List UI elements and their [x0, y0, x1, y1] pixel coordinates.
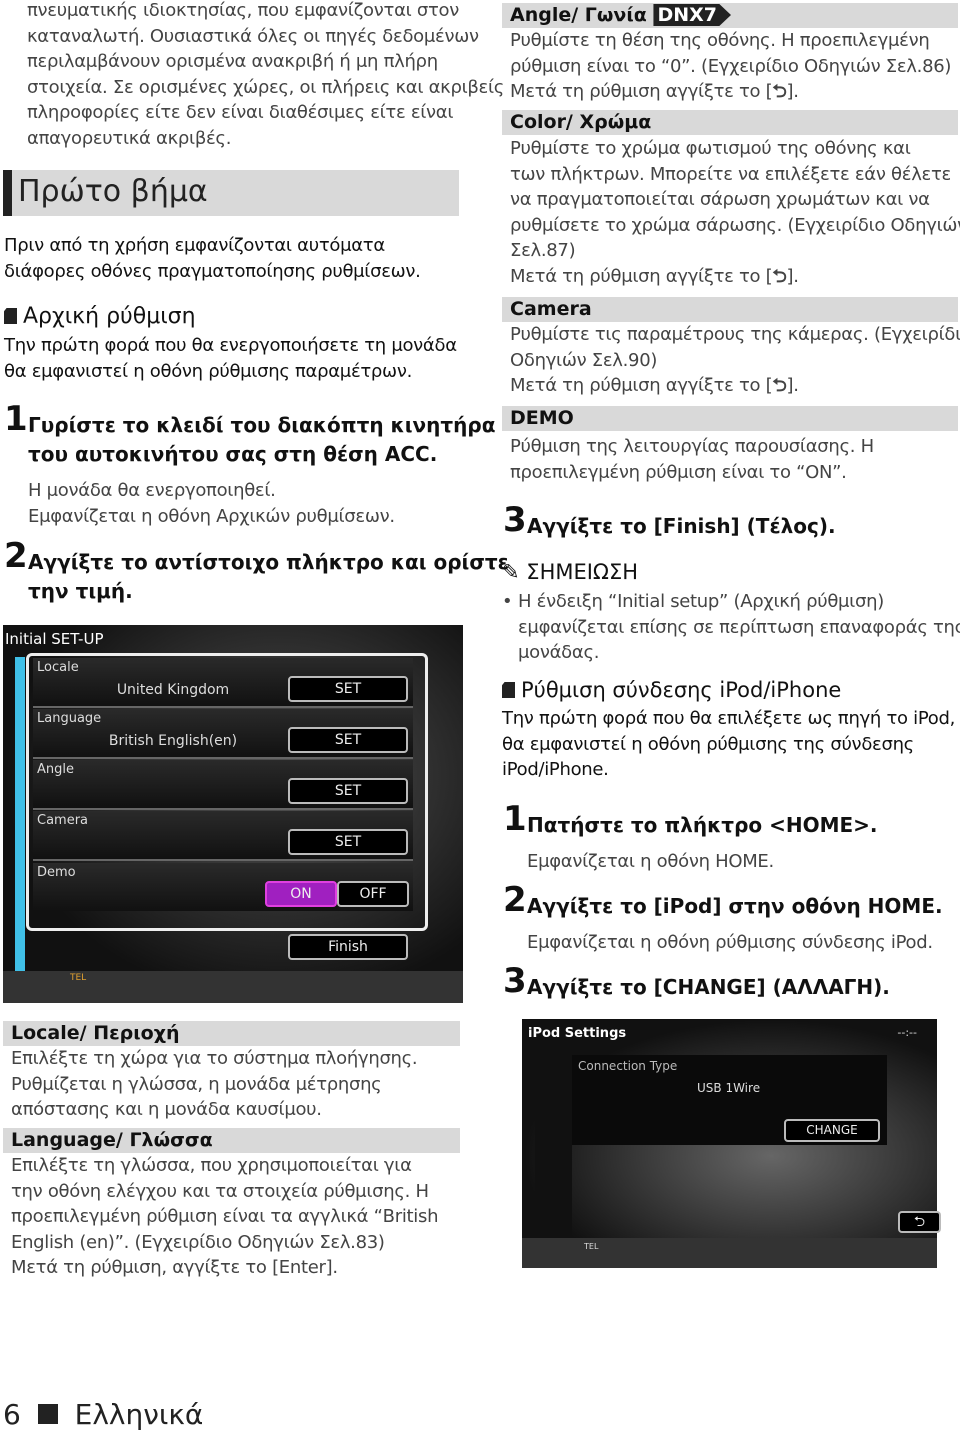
row-language: Language British English(en) SET: [33, 709, 413, 759]
square-icon: [37, 1404, 58, 1424]
section-demo: DEMO: [502, 406, 958, 431]
locale-text: Επιλέξτε τη χώρα για το σύστημα πλοήγηση…: [11, 1048, 418, 1120]
demo-on-button[interactable]: ON: [265, 881, 337, 907]
finish-button[interactable]: Finish: [288, 934, 408, 960]
accent-bar: [15, 657, 25, 972]
demo-text: Ρύθμιση της λειτουργίας παρουσίασης. Ηπρ…: [510, 436, 874, 483]
step-3-change: 3 Αγγίξτε το [CHANGE] (ΑΛΛΑΓΗ).: [503, 961, 890, 1001]
section-angle: Angle/ Γωνία DNX7: [502, 3, 958, 28]
page-heading: Πρώτο βήμα: [3, 170, 459, 216]
ipod-text: Την πρώτη φορά που θα επιλέξετε ως πηγή …: [502, 708, 955, 780]
ipod-settings-screenshot: iPod Settings --:-- Connection Type USB …: [522, 1019, 941, 1268]
connection-panel: Connection Type USB 1Wire CHANGE: [572, 1055, 887, 1145]
intro-text: πνευματικής ιδιοκτησίας, που εμφανίζοντα…: [27, 0, 505, 149]
row-locale: Locale United Kingdom SET: [33, 658, 413, 708]
language-set-button[interactable]: SET: [288, 727, 408, 753]
heading-text: Πριν από τη χρήση εμφανίζονται αυτόματα δ…: [4, 235, 421, 282]
note-text: • Η ένδειξη “Initial setup” (Αρχική ρύθμι…: [502, 591, 960, 663]
return-icon: ⮌: [772, 265, 787, 287]
square-icon: [4, 308, 17, 324]
subheading-initial-setup: Αρχική ρύθμιση: [4, 304, 196, 329]
section-color: Color/ Χρώμα: [502, 110, 958, 135]
return-icon: ⮌: [772, 375, 787, 396]
color-text: Ρυθμίστε το χρώμα φωτισμού της οθόνης κα…: [510, 136, 960, 289]
pencil-icon: ✎: [502, 560, 520, 584]
language-text: Επιλέξτε τη γλώσσα, που χρησιμοποιείται …: [11, 1155, 439, 1278]
row-camera: Camera SET: [33, 811, 413, 861]
step-1-home: 1 Πατήστε το πλήκτρο <HOME>.: [503, 799, 878, 839]
camera-set-button[interactable]: SET: [288, 829, 408, 855]
step-1-notes: Η μονάδα θα ενεργοποιηθεί. Εμφανίζεται η …: [28, 480, 395, 527]
side-panel: [535, 1055, 572, 1237]
row-demo: Demo ON OFF: [33, 863, 413, 911]
angle-text: Ρυθμίστε τη θέση της οθόνης. Η προεπιλεγ…: [510, 28, 951, 105]
return-icon: ⮌: [772, 81, 787, 102]
camera-text: Ρυθμίστε τις παραμέτρους της κάμερας. (Ε…: [510, 322, 960, 399]
initial-setup-screenshot: Initial SET-UP Locale United Kingdom SET L…: [3, 625, 463, 1003]
bottom-bar: TEL: [3, 971, 463, 1003]
step-2-ipod-note: Εμφανίζεται η οθόνη ρύθμισης σύνδεσης iP…: [527, 932, 933, 953]
step-2-ipod: 2 Αγγίξτε το [iPod] στην οθόνη HOME.: [503, 880, 943, 920]
locale-set-button[interactable]: SET: [288, 676, 408, 702]
bottom-bar: TEL: [522, 1238, 937, 1268]
section-camera: Camera: [502, 297, 958, 322]
square-icon: [502, 682, 515, 698]
section-language: Language/ Γλώσσα: [3, 1128, 460, 1153]
step-1: 1 Γυρίστε το κλειδί του διακόπτη κινητήρ…: [4, 399, 496, 466]
return-button[interactable]: ⮌: [898, 1211, 941, 1233]
step-2: 2 Αγγίξτε το αντίστοιχο πλήκτρο και ορίσ…: [4, 536, 509, 603]
page-footer: 6 Ελληνικά: [3, 1398, 204, 1431]
dnx7-badge: DNX7: [653, 4, 731, 26]
demo-off-button[interactable]: OFF: [337, 881, 409, 907]
initial-setup-text: Την πρώτη φορά που θα ενεργοποιήσετε τη …: [4, 335, 457, 382]
subheading-ipod: Ρύθμιση σύνδεσης iPod/iPhone: [502, 678, 841, 702]
angle-set-button[interactable]: SET: [288, 778, 408, 804]
step-1-home-note: Εμφανίζεται η οθόνη HOME.: [527, 851, 774, 872]
row-angle: Angle SET: [33, 760, 413, 810]
change-button[interactable]: CHANGE: [784, 1119, 880, 1142]
step-3-finish: 3 Αγγίξτε το [Finish] (Τέλος).: [503, 500, 836, 540]
section-locale: Locale/ Περιοχή: [3, 1021, 460, 1046]
note-heading: ✎ ΣΗΜΕΙΩΣΗ: [502, 560, 639, 584]
